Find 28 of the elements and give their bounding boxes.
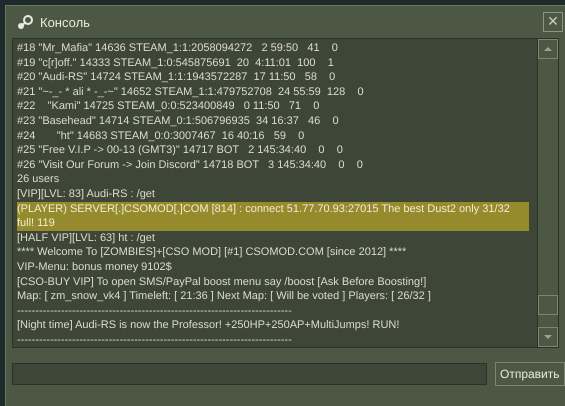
- scroll-down-icon[interactable]: [538, 327, 558, 347]
- console-line: #21 "~-_- * ali * -_-~" 14652 STEAM_1:1:479752708 24 55:59 128 0: [17, 84, 364, 100]
- console-line: 26 users: [17, 172, 60, 187]
- window-title: Консоль: [40, 14, 91, 30]
- console-line: [VIP][LVL: 83] Audi-RS : /get: [17, 186, 155, 202]
- scroll-thumb[interactable]: [538, 295, 558, 315]
- console-line: #25 "Free V.I.P -> 00-13 (GMT3)" 14717 BOT 2 145:34:40 0 0: [17, 143, 343, 158]
- console-line: #26 "Visit Our Forum -> Join Discord" 14718 BOT 3 145:34:40 0 0: [17, 158, 363, 172]
- scrollbar[interactable]: [537, 38, 559, 348]
- console-line: [CSO-BUY VIP] To open SMS/PayPal boost menu say /boost [Ask Before Boosting!]: [17, 274, 426, 290]
- console-line: ---------------------------------------------------------------------------: [17, 304, 292, 318]
- console-line: #24 "ht" 14683 STEAM_0:0:3007467 16 40:16 59 0: [17, 128, 304, 144]
- close-button[interactable]: ✕: [543, 12, 563, 32]
- console-line: #20 "Audi-RS" 14724 STEAM_1:1:1943572287 17 11:50 58 0: [17, 70, 336, 85]
- console-line: VIP-Menu: bonus money 9102$: [17, 260, 172, 274]
- console-line: **** Welcome To [ZOMBIES]+[CSO MOD] [#1] CSOMOD.COM [since 2012] ****: [17, 245, 406, 260]
- console-line: ---------------------------------------------------------------------------: [17, 332, 292, 347]
- console-line: #22 "Kami" 14725 STEAM_0:0:523400849 0 11:50 71 0: [17, 99, 320, 114]
- console-line: Map: [ zm_snow_vk4 ] Timeleft: [ 21:36 ] Next Map: [ Will be voted ] Players: [ 26/32 ]: [17, 289, 431, 304]
- send-button[interactable]: Отправить: [495, 362, 565, 386]
- scroll-up-icon[interactable]: [538, 39, 558, 59]
- command-input[interactable]: [12, 363, 487, 385]
- console-line: #23 "Basehead" 14714 STEAM_0:1:506796935 34 16:37 46 0: [17, 114, 339, 129]
- console-line: [Night time] Audi-RS is now the Professor! +250HP+250AP+MultiJumps! RUN!: [17, 318, 400, 333]
- console-line: #19 "c[r]off." 14333 STEAM_1:0:545875691 20 4:11:01 100 1: [17, 56, 334, 70]
- console-line: #18 "Mr_Mafia" 14636 STEAM_1:1:2058094272 2 59:50 41 0: [17, 41, 338, 56]
- console-line: [HALF VIP][LVL: 63] ht : /get: [17, 230, 155, 246]
- steam-logo-icon: [16, 14, 34, 30]
